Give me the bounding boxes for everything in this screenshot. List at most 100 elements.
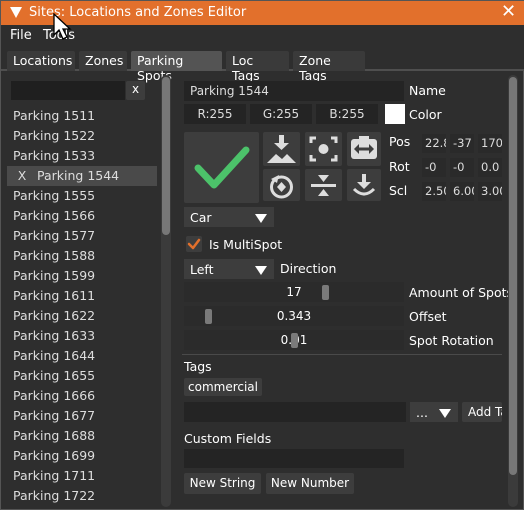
multispot-checkbox[interactable] bbox=[186, 236, 202, 252]
pos-y-field[interactable]: -37 bbox=[450, 134, 474, 153]
direction-dropdown[interactable]: Left bbox=[184, 259, 274, 279]
name-field[interactable]: Parking 1544 bbox=[184, 81, 404, 101]
scl-y-field[interactable]: 6.00 bbox=[450, 182, 474, 201]
list-item[interactable]: Parking 1611 bbox=[7, 286, 157, 306]
list-item[interactable]: Parking 1588 bbox=[7, 246, 157, 266]
detail-scrollbar[interactable] bbox=[508, 75, 518, 507]
list-scrollbar-thumb[interactable] bbox=[162, 77, 170, 235]
delete-item-button[interactable]: X bbox=[13, 166, 31, 186]
color-r-field[interactable]: R:255 bbox=[184, 104, 246, 124]
new-number-button[interactable]: New Number bbox=[266, 473, 354, 494]
color-swatch[interactable] bbox=[385, 104, 405, 124]
custom-fields-label: Custom Fields bbox=[184, 431, 272, 446]
rot-z-field[interactable]: 0.0 bbox=[478, 158, 502, 177]
tab-zone-tags[interactable]: Zone Tags bbox=[293, 51, 365, 83]
list-item[interactable]: Parking 1677 bbox=[7, 406, 157, 426]
list-item[interactable]: Parking 1633 bbox=[7, 326, 157, 346]
list-item-label: Parking 1566 bbox=[13, 208, 96, 223]
list-item[interactable]: Parking 1577 bbox=[7, 226, 157, 246]
rot-x-field[interactable]: -0 bbox=[422, 158, 446, 177]
offset-label: Offset bbox=[409, 309, 447, 324]
chevron-down-icon bbox=[255, 214, 267, 223]
focus-button[interactable] bbox=[305, 132, 342, 166]
tag-input[interactable] bbox=[184, 402, 406, 422]
apply-button[interactable] bbox=[184, 132, 259, 203]
list-item-label: Parking 1533 bbox=[13, 148, 96, 163]
add-tag-button[interactable]: Add Tag bbox=[462, 402, 502, 422]
amount-slider[interactable]: 17 bbox=[184, 282, 404, 302]
list-item-label: Parking 1577 bbox=[13, 228, 96, 243]
offset-slider-handle[interactable] bbox=[205, 309, 212, 324]
flip-button[interactable] bbox=[347, 132, 381, 166]
scl-z-field[interactable]: 3.00 bbox=[478, 182, 502, 201]
tag-dropdown[interactable]: ... bbox=[410, 402, 458, 422]
list-item[interactable]: Parking 1511 bbox=[7, 106, 157, 126]
list-item-label: Parking 1666 bbox=[13, 388, 96, 403]
list-item[interactable]: X Parking 1544 bbox=[7, 166, 157, 186]
divider bbox=[182, 354, 502, 355]
list-item-label: Parking 1633 bbox=[13, 328, 96, 343]
list-item[interactable]: Parking 1522 bbox=[7, 126, 157, 146]
list-item[interactable]: Parking 1555 bbox=[7, 186, 157, 206]
clear-search-button[interactable]: x bbox=[126, 81, 145, 100]
detail-scrollbar-thumb[interactable] bbox=[509, 77, 517, 475]
flip-horizontal-icon bbox=[351, 136, 377, 159]
list-item[interactable]: Parking 1711 bbox=[7, 466, 157, 486]
color-g-field[interactable]: G:255 bbox=[250, 104, 312, 124]
drop-to-ground-icon bbox=[267, 135, 296, 163]
amount-slider-handle[interactable] bbox=[322, 285, 329, 300]
checkmark-icon bbox=[194, 146, 250, 189]
search-input[interactable] bbox=[11, 81, 125, 100]
list-item[interactable]: Parking 1688 bbox=[7, 426, 157, 446]
list-item[interactable]: Parking 1699 bbox=[7, 446, 157, 466]
list-item-label: Parking 1555 bbox=[13, 188, 96, 203]
pos-x-field[interactable]: 22.8 bbox=[422, 134, 446, 153]
list-item[interactable]: Parking 1599 bbox=[7, 266, 157, 286]
drop-to-ground-button[interactable] bbox=[263, 132, 300, 166]
tag-chip[interactable]: commercial bbox=[184, 378, 262, 396]
tab-loc-tags[interactable]: Loc Tags bbox=[226, 51, 289, 83]
custom-field-input[interactable] bbox=[184, 449, 404, 468]
reset-rotation-icon bbox=[270, 175, 293, 199]
offset-slider[interactable]: 0.343 bbox=[184, 306, 404, 326]
list-item[interactable]: Parking 1533 bbox=[7, 146, 157, 166]
tab-locations[interactable]: Locations bbox=[7, 51, 75, 71]
list-scrollbar[interactable] bbox=[161, 75, 171, 507]
rot-y-field[interactable]: -0 bbox=[450, 158, 474, 177]
list-item-label: Parking 1722 bbox=[13, 488, 96, 503]
snap-down-button[interactable] bbox=[347, 169, 381, 201]
reset-rotation-button[interactable] bbox=[263, 169, 300, 201]
color-b-field[interactable]: B:255 bbox=[316, 104, 378, 124]
menu-file[interactable]: File bbox=[10, 28, 32, 43]
close-icon[interactable]: ✕ bbox=[501, 2, 516, 22]
title-bar[interactable]: Sites: Locations and Zones Editor ✕ bbox=[1, 1, 524, 25]
list-item[interactable]: Parking 1622 bbox=[7, 306, 157, 326]
align-vertical-icon bbox=[311, 175, 336, 196]
spot-type-dropdown[interactable]: Car bbox=[184, 207, 274, 227]
scl-x-field[interactable]: 2.50 bbox=[422, 182, 446, 201]
scl-label: Scl bbox=[389, 183, 408, 198]
list-item-label: Parking 1688 bbox=[13, 428, 96, 443]
focus-target-icon bbox=[309, 136, 338, 162]
list-item[interactable]: Parking 1666 bbox=[7, 386, 157, 406]
chevron-down-icon bbox=[439, 409, 451, 418]
spot-rotation-slider-handle[interactable] bbox=[291, 333, 298, 348]
pos-label: Pos bbox=[389, 134, 411, 149]
new-string-button[interactable]: New String bbox=[184, 473, 261, 494]
check-icon bbox=[187, 238, 201, 250]
spot-rotation-slider[interactable]: 0.01 bbox=[184, 330, 404, 350]
list-item-label: Parking 1511 bbox=[13, 108, 96, 123]
list-item-label: Parking 1611 bbox=[13, 288, 96, 303]
tab-parking-spots[interactable]: Parking Spots bbox=[131, 51, 222, 83]
list-item[interactable]: Parking 1722 bbox=[7, 486, 157, 506]
collapse-triangle-icon[interactable] bbox=[10, 7, 22, 18]
list-item[interactable]: Parking 1655 bbox=[7, 366, 157, 386]
tab-zones[interactable]: Zones bbox=[79, 51, 127, 71]
offset-value: 0.343 bbox=[276, 309, 312, 323]
list-item[interactable]: Parking 1644 bbox=[7, 346, 157, 366]
list-item[interactable]: Parking 1566 bbox=[7, 206, 157, 226]
align-button[interactable] bbox=[305, 169, 342, 201]
color-label: Color bbox=[409, 107, 442, 122]
pos-z-field[interactable]: 170 bbox=[478, 134, 502, 153]
list-item-label: Parking 1622 bbox=[13, 308, 96, 323]
